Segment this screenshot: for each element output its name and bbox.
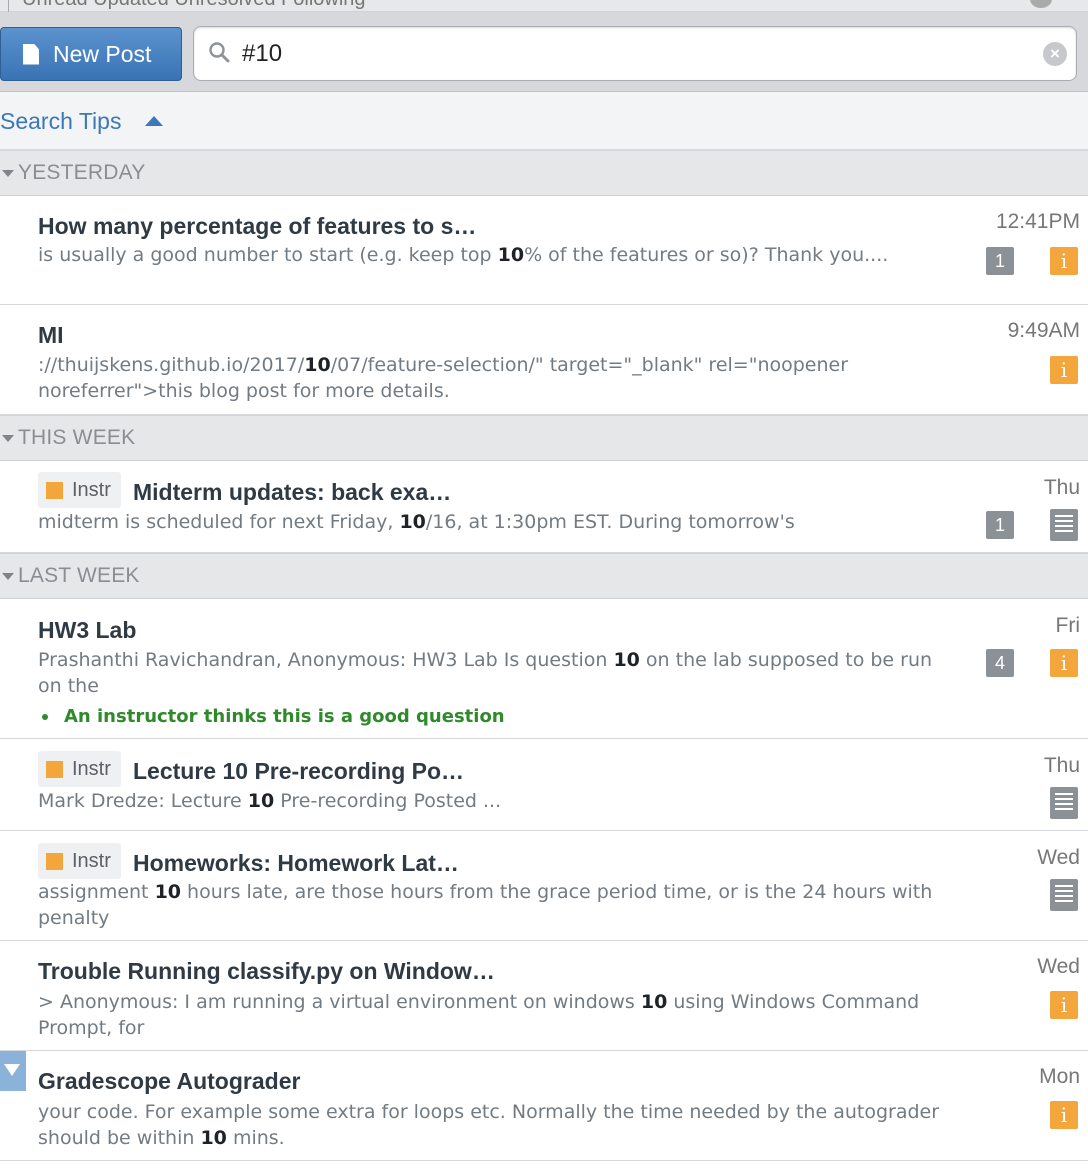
group-label: LAST WEEK	[18, 564, 140, 587]
post-title: Midterm updates: back exa…	[133, 479, 452, 505]
post-title: How many percentage of features to s…	[38, 213, 477, 239]
instructor-label: Instr	[72, 478, 111, 501]
note-icon	[1050, 879, 1078, 911]
group-header-yesterday[interactable]: YESTERDAY	[0, 150, 1088, 196]
instructor-badge: Instr	[38, 751, 121, 787]
instructor-label: Instr	[72, 757, 111, 780]
post-title: Lecture 10 Pre-recording Po…	[133, 758, 465, 784]
group-header-this-week[interactable]: THIS WEEK	[0, 415, 1088, 461]
post-time: Wed	[1037, 955, 1080, 978]
gear-icon[interactable]	[1030, 0, 1052, 8]
post-snippet: midterm is scheduled for next Friday, 10…	[38, 511, 795, 533]
collapse-caret-icon	[2, 170, 14, 177]
post-item[interactable]: Instr Midterm updates: back exa… midterm…	[0, 461, 1088, 553]
endorsement-note: An instructor thinks this is a good ques…	[42, 706, 505, 727]
unread-marker-icon	[0, 1051, 26, 1091]
search-tips-bar: Search Tips	[0, 92, 1088, 150]
post-item[interactable]: Trouble Running classify.py on Window… >…	[0, 941, 1088, 1051]
post-title: Homeworks: Homework Lat…	[133, 850, 459, 876]
instructor-icon	[46, 760, 63, 778]
divider	[8, 0, 9, 12]
post-time: Mon	[1039, 1065, 1080, 1088]
post-snippet: assignment 10 hours late, are those hour…	[38, 881, 933, 929]
instructor-icon	[46, 481, 63, 499]
new-post-button[interactable]: New Post	[0, 27, 182, 81]
post-snippet: > Anonymous: I am running a virtual envi…	[38, 991, 920, 1039]
post-snippet: Mark Dredze: Lecture 10 Pre-recording Po…	[38, 790, 502, 812]
post-item[interactable]: Gradescope Autograder your code. For exa…	[0, 1051, 1088, 1161]
instructor-label: Instr	[72, 849, 111, 872]
note-icon	[1050, 509, 1078, 541]
question-icon: i	[1050, 991, 1078, 1019]
post-time: 9:49AM	[1007, 319, 1080, 342]
post-time: Thu	[1043, 754, 1080, 777]
post-title: Trouble Running classify.py on Window…	[38, 958, 495, 984]
post-snippet: is usually a good number to start (e.g. …	[38, 244, 889, 266]
post-time: Fri	[1055, 614, 1081, 637]
post-title: Gradescope Autograder	[38, 1068, 301, 1094]
post-item[interactable]: Instr Lecture 10 Pre-recording Po… Mark …	[0, 739, 1088, 831]
clear-search-icon[interactable]: ×	[1043, 42, 1067, 66]
reply-count-badge: 1	[986, 247, 1014, 275]
new-post-label: New Post	[53, 40, 152, 67]
group-header-last-week[interactable]: LAST WEEK	[0, 553, 1088, 599]
caret-up-icon[interactable]	[145, 116, 163, 126]
reply-count-badge: 1	[986, 511, 1014, 539]
search-tips-link[interactable]: Search Tips	[0, 108, 121, 135]
filter-strip: Unread Updated Unresolved Following	[0, 0, 1088, 12]
post-item[interactable]: MI ://thuijskens.github.io/2017/10/07/fe…	[0, 305, 1088, 415]
instructor-badge: Instr	[38, 472, 121, 508]
post-snippet: your code. For example some extra for lo…	[38, 1101, 940, 1149]
post-item[interactable]: HW3 Lab Prashanthi Ravichandran, Anonymo…	[0, 599, 1088, 739]
post-snippet: ://thuijskens.github.io/2017/10/07/featu…	[38, 354, 849, 402]
post-time: Wed	[1037, 846, 1080, 869]
post-item[interactable]: How many percentage of features to s… is…	[0, 196, 1088, 305]
collapse-caret-icon	[2, 435, 14, 442]
question-icon: i	[1050, 356, 1078, 384]
reply-count-badge: 4	[986, 649, 1014, 677]
group-label: YESTERDAY	[18, 161, 146, 184]
search-input[interactable]	[242, 36, 1022, 72]
group-label: THIS WEEK	[18, 426, 136, 449]
filter-tabs[interactable]: Unread Updated Unresolved Following	[22, 0, 366, 11]
collapse-caret-icon	[2, 573, 14, 580]
post-time: Thu	[1043, 476, 1080, 499]
post-time: 12:41PM	[995, 210, 1080, 233]
post-snippet: Prashanthi Ravichandran, Anonymous: HW3 …	[38, 649, 933, 697]
note-icon	[1050, 787, 1078, 819]
question-icon: i	[1050, 247, 1078, 275]
question-icon: i	[1050, 1101, 1078, 1129]
question-icon: i	[1050, 649, 1078, 677]
document-icon	[23, 43, 39, 65]
instructor-badge: Instr	[38, 843, 121, 879]
post-title: HW3 Lab	[38, 617, 137, 643]
search-box[interactable]: ×	[193, 26, 1077, 81]
instructor-icon	[46, 852, 63, 870]
toolbar: New Post ×	[0, 12, 1088, 92]
post-title: MI	[38, 322, 64, 348]
post-item[interactable]: Instr Homeworks: Homework Lat… assignmen…	[0, 831, 1088, 941]
search-icon	[209, 42, 230, 63]
